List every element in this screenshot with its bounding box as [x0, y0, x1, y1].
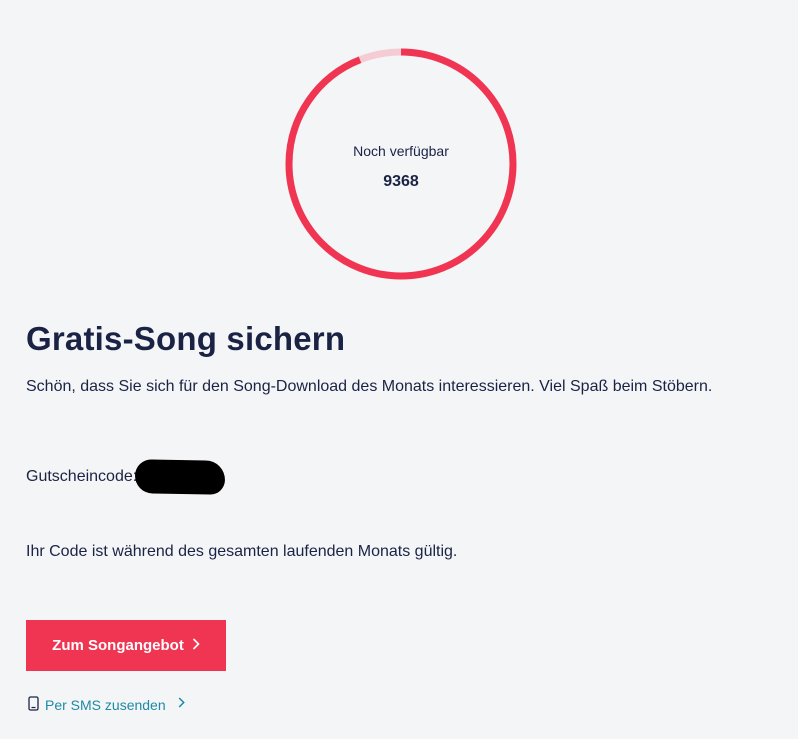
send-sms-link[interactable]: Per SMS zusenden	[28, 696, 185, 714]
chevron-right-icon	[192, 635, 200, 655]
page: Noch verfügbar 9368 Gratis-Song sichern …	[0, 0, 798, 739]
intro-text: Schön, dass Sie sich für den Song-Downlo…	[26, 378, 713, 395]
voucher-code-redacted	[134, 459, 226, 495]
voucher-row: Gutscheincode:	[26, 459, 226, 495]
chevron-right-icon	[178, 695, 185, 713]
gauge-value: 9368	[383, 173, 419, 190]
phone-icon	[28, 696, 39, 714]
song-offer-button[interactable]: Zum Songangebot	[26, 620, 226, 671]
voucher-label: Gutscheincode:	[26, 468, 138, 485]
gauge-fill	[285, 48, 517, 280]
availability-gauge: Noch verfügbar 9368	[284, 47, 518, 281]
gauge-label: Noch verfügbar	[353, 143, 449, 159]
song-offer-label: Zum Songangebot	[52, 637, 184, 654]
validity-text: Ihr Code ist während des gesamten laufen…	[26, 543, 458, 560]
send-sms-label: Per SMS zusenden	[45, 697, 166, 713]
gauge-ring	[285, 48, 517, 280]
page-title: Gratis-Song sichern	[26, 320, 346, 357]
